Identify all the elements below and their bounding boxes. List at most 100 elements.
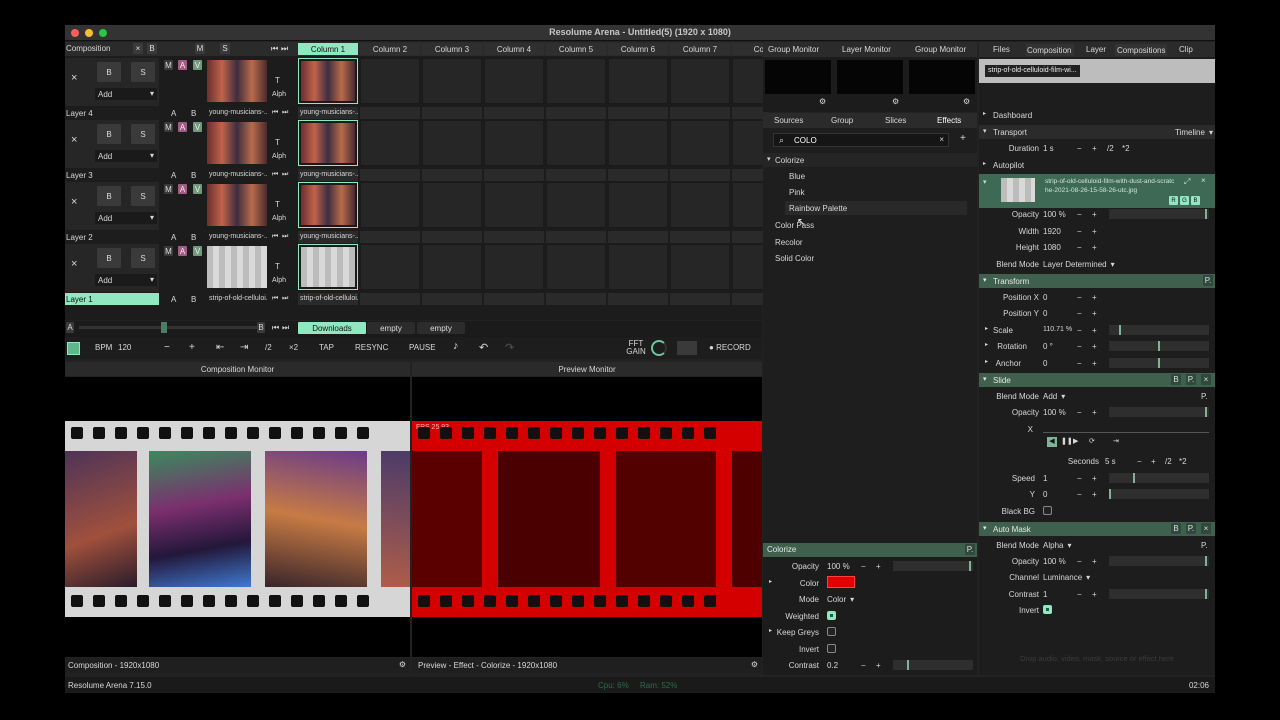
column-header-7[interactable]: Column 7	[670, 43, 730, 55]
prev-clip-icon[interactable]: ⏮	[272, 109, 278, 117]
clip-cell-empty[interactable]	[670, 182, 730, 228]
slide-opacity-plus[interactable]: +	[1092, 408, 1097, 417]
layer-solo-button[interactable]: S	[131, 62, 155, 82]
layer-bypass-button[interactable]: B	[97, 186, 121, 206]
slide-y-slider[interactable]	[1109, 489, 1209, 499]
speed-value[interactable]: 1	[1043, 474, 1047, 483]
mask-contrast-slider[interactable]	[1109, 589, 1209, 599]
position-x-value[interactable]: 0	[1043, 293, 1047, 302]
clip-cell-name-empty[interactable]	[422, 169, 482, 181]
mask-invert-checkbox[interactable]	[1043, 605, 1052, 614]
rotation-plus[interactable]: +	[1092, 342, 1097, 351]
colorize-contrast-value[interactable]: 0.2	[827, 661, 838, 670]
clip-cell-name[interactable]: young-musicians-...	[298, 169, 358, 181]
clip-cell-name-empty[interactable]	[608, 107, 668, 119]
colorize-header[interactable]: Colorize P.	[763, 543, 977, 557]
clip-cell-empty[interactable]	[670, 58, 730, 104]
clip-cell-empty[interactable]	[670, 120, 730, 166]
next-column-icon[interactable]: ⏭	[281, 44, 288, 54]
layer-transition-label[interactable]: T	[275, 138, 280, 147]
layer-crossfade-a[interactable]: A	[171, 233, 176, 242]
prev-deck-icon[interactable]: ⏮	[272, 323, 279, 333]
slide-y-minus[interactable]: −	[1077, 490, 1082, 499]
colorize-contrast-slider[interactable]	[893, 660, 973, 670]
clip-cell-name-empty[interactable]	[546, 169, 606, 181]
clip-cell-name-empty[interactable]	[360, 293, 420, 305]
colorize-contrast-plus[interactable]: +	[876, 661, 881, 670]
colorize-contrast-minus[interactable]: −	[861, 661, 866, 670]
remove-source-icon[interactable]: ×	[1201, 176, 1206, 185]
tree-pink[interactable]: Pink	[789, 188, 805, 197]
clip-cell-empty[interactable]	[546, 58, 606, 104]
browser-tab-sources[interactable]: Sources	[774, 116, 803, 125]
column-header-6[interactable]: Column 6	[608, 43, 668, 55]
slide-opacity-value[interactable]: 100 %	[1043, 408, 1066, 417]
layer-video-button[interactable]: V	[193, 122, 202, 132]
group-monitor-2-gear-icon[interactable]: ⚙	[963, 97, 970, 106]
blend-mode-dropdown[interactable]: Layer Determined	[1043, 260, 1115, 269]
clip-cell-name-empty[interactable]	[484, 169, 544, 181]
clip-cell-empty[interactable]	[484, 120, 544, 166]
group-monitor-1-gear-icon[interactable]: ⚙	[819, 97, 826, 106]
scale-plus[interactable]: +	[1092, 326, 1097, 335]
prev-clip-icon[interactable]: ⏮	[272, 171, 278, 179]
slide-preset-button[interactable]: P.	[1186, 374, 1196, 385]
layer-alpha-label[interactable]: Alph	[272, 277, 286, 284]
width-minus[interactable]: −	[1077, 227, 1082, 236]
clip-cell-name-empty[interactable]	[546, 293, 606, 305]
slide-y-value[interactable]: 0	[1043, 490, 1047, 499]
position-y-plus[interactable]: +	[1092, 309, 1097, 318]
clip-cell-name-empty[interactable]	[670, 107, 730, 119]
next-deck-icon[interactable]: ⏭	[282, 323, 289, 333]
record-button[interactable]: ● RECORD	[709, 343, 751, 352]
pause-button[interactable]: PAUSE	[409, 343, 436, 352]
clip-cell-active[interactable]	[298, 120, 358, 166]
clip-cell-name-empty[interactable]	[608, 293, 668, 305]
transform-header[interactable]: ▾ Transform P.	[979, 274, 1215, 288]
clip-cell-name-empty[interactable]	[422, 231, 482, 243]
layer-monitor-screen[interactable]	[837, 60, 903, 94]
layer-crossfade-b[interactable]: B	[191, 233, 196, 242]
nudge-left-icon[interactable]: ⇤	[216, 342, 224, 353]
layer-add-dropdown[interactable]: Add ▾	[95, 212, 157, 224]
clip-cell-empty[interactable]	[608, 120, 668, 166]
layer-master-button[interactable]: M	[164, 122, 173, 132]
slide-opacity-slider[interactable]	[1109, 407, 1209, 417]
clip-cell-name-empty[interactable]	[484, 231, 544, 243]
source-row[interactable]: ▾ strip-of-old-celluloid-film-with-dust-…	[979, 174, 1215, 208]
layer-clear-icon[interactable]: ×	[71, 258, 77, 270]
clip-cell-name-empty[interactable]	[484, 293, 544, 305]
autopilot-row[interactable]: ▸ Autopilot	[979, 158, 1215, 172]
bpm-double-button[interactable]: ×2	[289, 343, 298, 352]
crossfader-track[interactable]	[79, 322, 259, 333]
browser-tab-effects[interactable]: Effects	[937, 116, 961, 125]
height-value[interactable]: 1080	[1043, 243, 1061, 252]
layer-transition-label[interactable]: T	[275, 200, 280, 209]
layer-bypass-button[interactable]: B	[97, 124, 121, 144]
channel-b-toggle[interactable]: B	[1191, 196, 1200, 205]
mask-contrast-value[interactable]: 1	[1043, 590, 1047, 599]
width-value[interactable]: 1920	[1043, 227, 1061, 236]
browser-tab-group[interactable]: Group	[831, 116, 853, 125]
composition-label[interactable]: Composition	[66, 44, 126, 53]
layer-alpha-label[interactable]: Alph	[272, 215, 286, 222]
group-monitor-1-screen[interactable]	[765, 60, 831, 94]
layer-crossfade-b[interactable]: B	[191, 171, 196, 180]
clip-cell-name-empty[interactable]	[608, 169, 668, 181]
clip-cell-name[interactable]: young-musicians-...	[298, 231, 358, 243]
bpm-minus-button[interactable]: −	[164, 342, 170, 353]
bpm-value[interactable]: 120	[118, 343, 131, 352]
clip-cell-empty[interactable]	[484, 182, 544, 228]
width-plus[interactable]: +	[1092, 227, 1097, 236]
preview-monitor-gear-icon[interactable]: ⚙	[751, 660, 758, 669]
layer-monitor-tab[interactable]: Layer Monitor	[842, 45, 891, 54]
black-bg-checkbox[interactable]	[1043, 506, 1052, 515]
clip-cell-empty[interactable]	[608, 58, 668, 104]
effect-search-box[interactable]: ⌕ COLO ×	[773, 133, 949, 147]
layer-crossfade-a[interactable]: A	[171, 109, 176, 118]
colorize-opacity-plus[interactable]: +	[876, 562, 881, 571]
clip-cell-empty[interactable]	[422, 244, 482, 290]
clip-cell-active[interactable]	[298, 244, 358, 290]
layer-master-button[interactable]: M	[164, 60, 173, 70]
slide-blend-preset[interactable]: P.	[1201, 392, 1208, 401]
